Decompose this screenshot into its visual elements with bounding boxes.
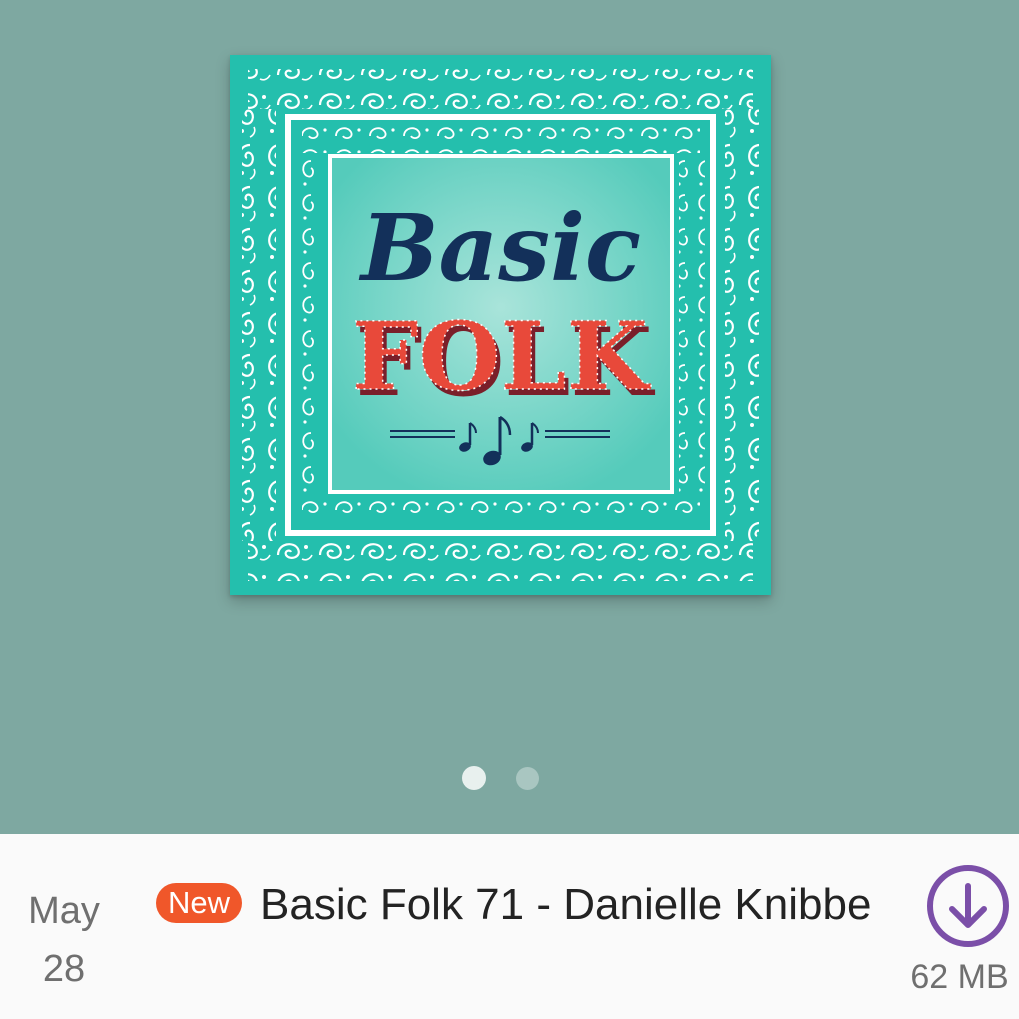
artwork-title-line2: FOLK [352,302,652,412]
new-badge: New [156,883,243,923]
download-icon [927,865,1009,947]
date-month: May [28,890,100,932]
page-dot-active[interactable] [462,766,486,790]
episode-title: Basic Folk 71 - Danielle Knibbe [260,880,872,929]
artwork-title-line1: Basic [358,194,641,302]
page-indicator [0,766,1019,790]
page-dot[interactable] [516,767,539,790]
date-day: 28 [42,948,86,990]
file-size: 62 MB [910,958,1009,996]
artwork-pager[interactable]: Basic FOLK FOLK [0,0,1019,834]
download-button[interactable] [926,864,1010,948]
podcast-artwork[interactable]: Basic FOLK FOLK [230,55,771,595]
episode-row[interactable]: May 28 New Basic Folk 71 - Danielle Knibb… [0,834,1019,1019]
episode-title-block: New Basic Folk 71 - Danielle Knibbe [156,876,876,934]
artwork-image: Basic FOLK FOLK [230,55,771,595]
episode-date: May 28 [0,882,128,998]
